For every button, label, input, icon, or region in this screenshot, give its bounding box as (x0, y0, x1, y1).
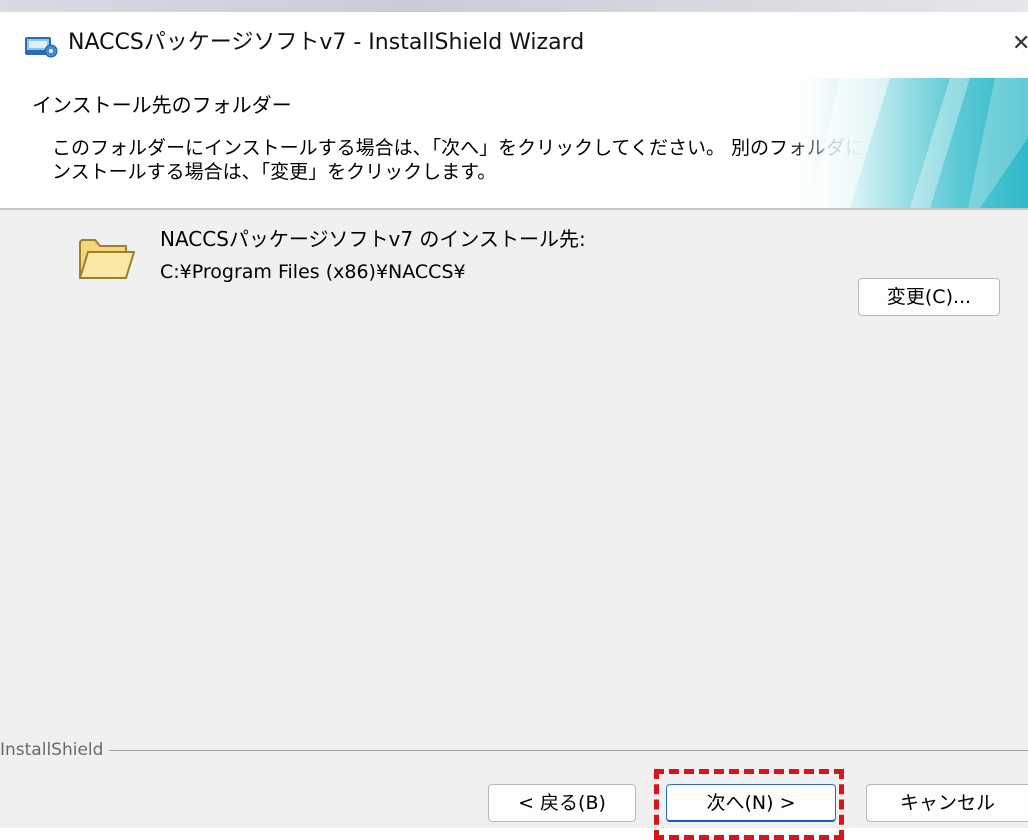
back-button[interactable]: < 戻る(B) (488, 784, 636, 822)
close-icon: ✕ (1012, 31, 1028, 56)
title-bar: NACCSパッケージソフトv7 - InstallShield Wizard ✕ (0, 12, 1028, 78)
folder-icon (79, 239, 135, 279)
destination-label: NACCSパッケージソフトv7 のインストール先: (160, 227, 586, 251)
page-description: このフォルダーにインストールする場合は、「次へ」をクリックしてください。 別のフ… (52, 137, 884, 183)
cancel-button[interactable]: キャンセル (866, 784, 1028, 822)
destination-path: C:¥Program Files (x86)¥NACCS¥ (160, 261, 466, 283)
page-heading: インストール先のフォルダー (32, 93, 292, 117)
footer-divider (0, 750, 1028, 751)
header-banner: インストール先のフォルダー このフォルダーにインストールする場合は、「次へ」をク… (0, 78, 1028, 208)
installer-window: NACCSパッケージソフトv7 - InstallShield Wizard ✕… (0, 12, 1028, 840)
close-button[interactable]: ✕ (1000, 18, 1028, 72)
banner-divider (0, 208, 1028, 210)
background-strip (0, 0, 1028, 12)
change-button[interactable]: 変更(C)... (858, 278, 1000, 316)
banner-graphic (780, 78, 1028, 208)
window-title: NACCSパッケージソフトv7 - InstallShield Wizard (68, 30, 585, 55)
installer-icon (25, 37, 58, 58)
next-button-highlight (654, 769, 844, 840)
installshield-label: InstallShield (0, 738, 110, 762)
installshield-group: InstallShield (0, 738, 1028, 762)
